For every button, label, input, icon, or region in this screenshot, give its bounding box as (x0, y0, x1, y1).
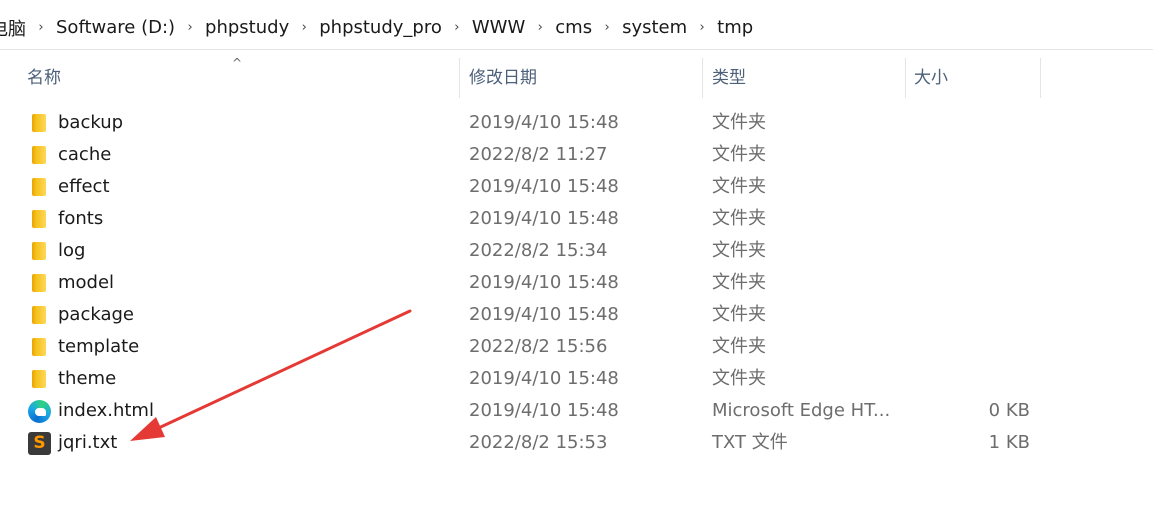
red-arrow-annotation (130, 309, 412, 441)
